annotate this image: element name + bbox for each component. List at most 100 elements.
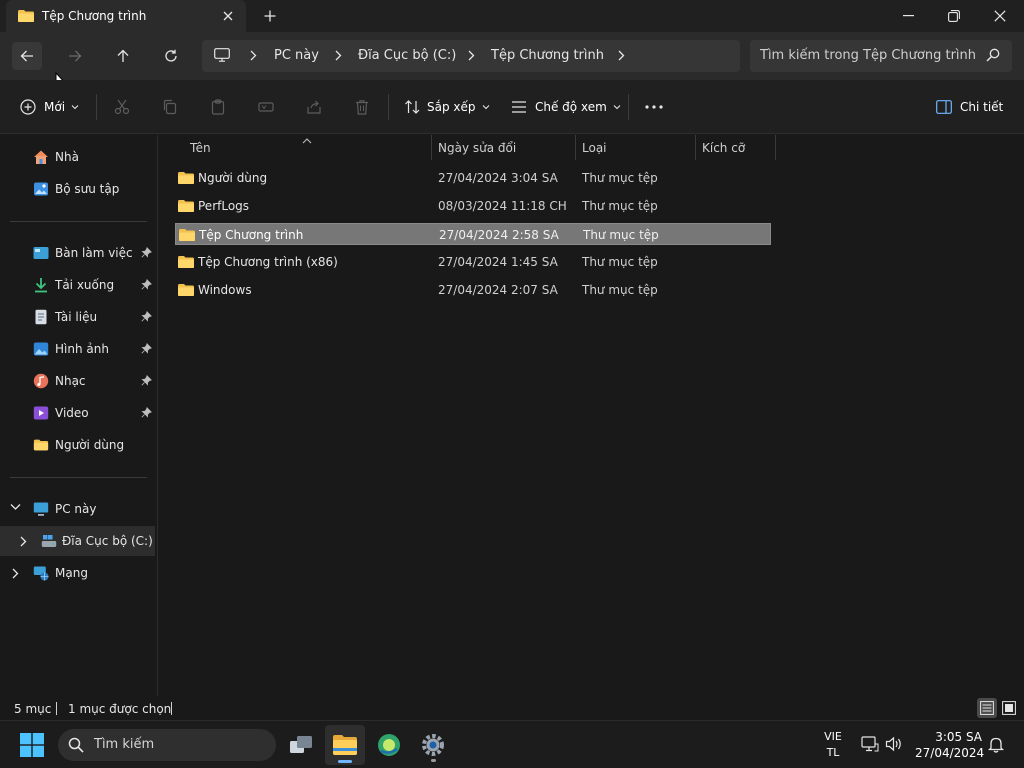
sidebar-item-home[interactable]: Nhà bbox=[0, 142, 158, 172]
chevron-right-icon[interactable] bbox=[618, 50, 625, 64]
plus-circle-icon bbox=[20, 99, 36, 115]
chevron-right-icon[interactable] bbox=[468, 50, 475, 64]
sidebar-item-network[interactable]: Mạng bbox=[0, 558, 158, 588]
folder-icon bbox=[178, 256, 194, 268]
column-header-type[interactable]: Loại bbox=[582, 141, 607, 165]
column-divider[interactable] bbox=[695, 135, 696, 160]
new-tab-button[interactable] bbox=[258, 5, 282, 27]
taskbar-app-file-explorer[interactable] bbox=[325, 725, 365, 765]
column-header-size[interactable]: Kích cỡ bbox=[702, 141, 745, 165]
search-input[interactable]: Tìm kiếm trong Tệp Chương trình bbox=[760, 48, 976, 63]
chevron-down-icon bbox=[10, 504, 21, 510]
taskbar-search-input[interactable]: Tìm kiếm bbox=[94, 737, 154, 752]
column-header-date[interactable]: Ngày sửa đổi bbox=[438, 141, 516, 165]
thumbnail-view-icon bbox=[1002, 701, 1016, 715]
close-icon bbox=[994, 10, 1006, 22]
gallery-icon bbox=[34, 182, 48, 196]
task-view-button[interactable] bbox=[281, 725, 321, 765]
minimize-icon bbox=[902, 15, 914, 17]
thumbnail-view-button[interactable] bbox=[999, 698, 1019, 718]
more-options-button[interactable] bbox=[644, 97, 664, 117]
chevron-right-icon[interactable] bbox=[250, 50, 257, 64]
minimize-button[interactable] bbox=[885, 0, 931, 32]
breadcrumb-pc[interactable]: PC này bbox=[274, 48, 319, 63]
navigation-bar: PC này Đĩa Cục bộ (C:) Tệp Chương trình … bbox=[0, 32, 1024, 80]
network-status-icon[interactable] bbox=[861, 736, 879, 755]
column-divider[interactable] bbox=[575, 135, 576, 160]
taskbar-app-settings[interactable] bbox=[413, 725, 453, 765]
volume-icon[interactable] bbox=[885, 736, 903, 755]
column-divider[interactable] bbox=[775, 135, 776, 160]
chevron-down-icon bbox=[71, 105, 79, 110]
drive-icon bbox=[41, 535, 57, 547]
download-icon bbox=[35, 278, 47, 293]
sidebar-item-local-disk[interactable]: Đĩa Cục bộ (C:) bbox=[0, 526, 155, 556]
sidebar-item-videos[interactable]: Video bbox=[0, 398, 158, 428]
start-button[interactable] bbox=[20, 733, 44, 760]
sidebar-item-label: Đĩa Cục bộ (C:) bbox=[62, 534, 153, 548]
clock-time[interactable]: 3:05 SA bbox=[922, 730, 982, 744]
cell-type: Thư mục tệp bbox=[582, 255, 658, 269]
new-button[interactable]: Mới bbox=[20, 95, 79, 119]
toolbar-divider bbox=[388, 94, 389, 120]
sidebar-item-music[interactable]: Nhạc bbox=[0, 366, 158, 396]
input-language[interactable]: VIE bbox=[822, 730, 844, 743]
sidebar-item-documents[interactable]: Tài liệu bbox=[0, 302, 158, 332]
cut-icon bbox=[114, 99, 130, 115]
cell-date: 27/04/2024 3:04 SA bbox=[438, 171, 558, 185]
cell-date: 27/04/2024 1:45 SA bbox=[438, 255, 558, 269]
table-row[interactable]: Windows 27/04/2024 2:07 SA Thư mục tệp bbox=[175, 279, 771, 301]
details-view-button[interactable] bbox=[977, 698, 997, 718]
sidebar-item-users[interactable]: Người dùng bbox=[0, 430, 158, 460]
chevron-right-icon bbox=[12, 568, 19, 579]
chevron-right-icon[interactable] bbox=[335, 50, 342, 64]
cut-button[interactable] bbox=[112, 97, 132, 117]
sidebar-item-gallery[interactable]: Bộ sưu tập bbox=[0, 174, 158, 204]
folder-icon bbox=[179, 229, 195, 241]
command-bar: Mới Sắp xếp Chế độ xem Chi tiết bbox=[0, 80, 1024, 134]
notification-bell-icon[interactable] bbox=[987, 736, 1005, 756]
sidebar-item-downloads[interactable]: Tải xuống bbox=[0, 270, 158, 300]
search-icon[interactable] bbox=[986, 48, 1000, 65]
sidebar-item-label: Bàn làm việc bbox=[55, 246, 133, 260]
document-icon bbox=[35, 309, 47, 325]
sidebar-item-this-pc[interactable]: PC này bbox=[0, 494, 158, 524]
table-row[interactable]: Người dùng 27/04/2024 3:04 SA Thư mục tệ… bbox=[175, 167, 771, 189]
network-icon bbox=[33, 566, 49, 581]
close-window-button[interactable] bbox=[977, 0, 1023, 32]
breadcrumb-drive[interactable]: Đĩa Cục bộ (C:) bbox=[358, 48, 456, 63]
status-divider bbox=[171, 702, 172, 715]
table-row[interactable]: Tệp Chương trình (x86) 27/04/2024 1:45 S… bbox=[175, 251, 771, 273]
sidebar-item-desktop[interactable]: Bàn làm việc bbox=[0, 238, 158, 268]
sidebar-item-label: PC này bbox=[55, 502, 97, 516]
view-button[interactable]: Chế độ xem bbox=[511, 95, 621, 119]
column-divider[interactable] bbox=[431, 135, 432, 160]
sidebar-item-pictures[interactable]: Hình ảnh bbox=[0, 334, 158, 364]
sort-button[interactable]: Sắp xếp bbox=[404, 95, 490, 119]
restore-button[interactable] bbox=[931, 0, 977, 32]
column-header-name[interactable]: Tên bbox=[190, 141, 211, 165]
table-row[interactable]: PerfLogs 08/03/2024 11:18 CH Thư mục tệp bbox=[175, 195, 771, 217]
tab-close-button[interactable] bbox=[218, 6, 238, 26]
clock-date[interactable]: 27/04/2024 bbox=[915, 746, 984, 760]
details-pane-button[interactable]: Chi tiết bbox=[936, 95, 1003, 119]
refresh-button[interactable] bbox=[156, 42, 186, 70]
search-box[interactable]: Tìm kiếm trong Tệp Chương trình bbox=[750, 40, 1012, 72]
breadcrumb-current[interactable]: Tệp Chương trình bbox=[491, 48, 604, 63]
share-button[interactable] bbox=[304, 97, 324, 117]
taskbar-app-browser[interactable] bbox=[369, 725, 409, 765]
sidebar-item-label: Nhạc bbox=[55, 374, 86, 388]
table-row-selected[interactable]: Tệp Chương trình 27/04/2024 2:58 SA Thư … bbox=[175, 223, 771, 245]
active-tab[interactable]: Tệp Chương trình bbox=[6, 0, 246, 32]
paste-button[interactable] bbox=[208, 97, 228, 117]
status-divider bbox=[56, 702, 57, 715]
delete-button[interactable] bbox=[352, 97, 372, 117]
address-bar[interactable]: PC này Đĩa Cục bộ (C:) Tệp Chương trình bbox=[202, 40, 740, 72]
taskbar-search[interactable]: Tìm kiếm bbox=[58, 729, 276, 761]
up-button[interactable] bbox=[108, 42, 138, 70]
rename-button[interactable] bbox=[256, 97, 276, 117]
back-button[interactable] bbox=[12, 42, 42, 70]
forward-button[interactable] bbox=[60, 42, 90, 70]
copy-button[interactable] bbox=[160, 97, 180, 117]
input-method[interactable]: TL bbox=[822, 746, 844, 759]
